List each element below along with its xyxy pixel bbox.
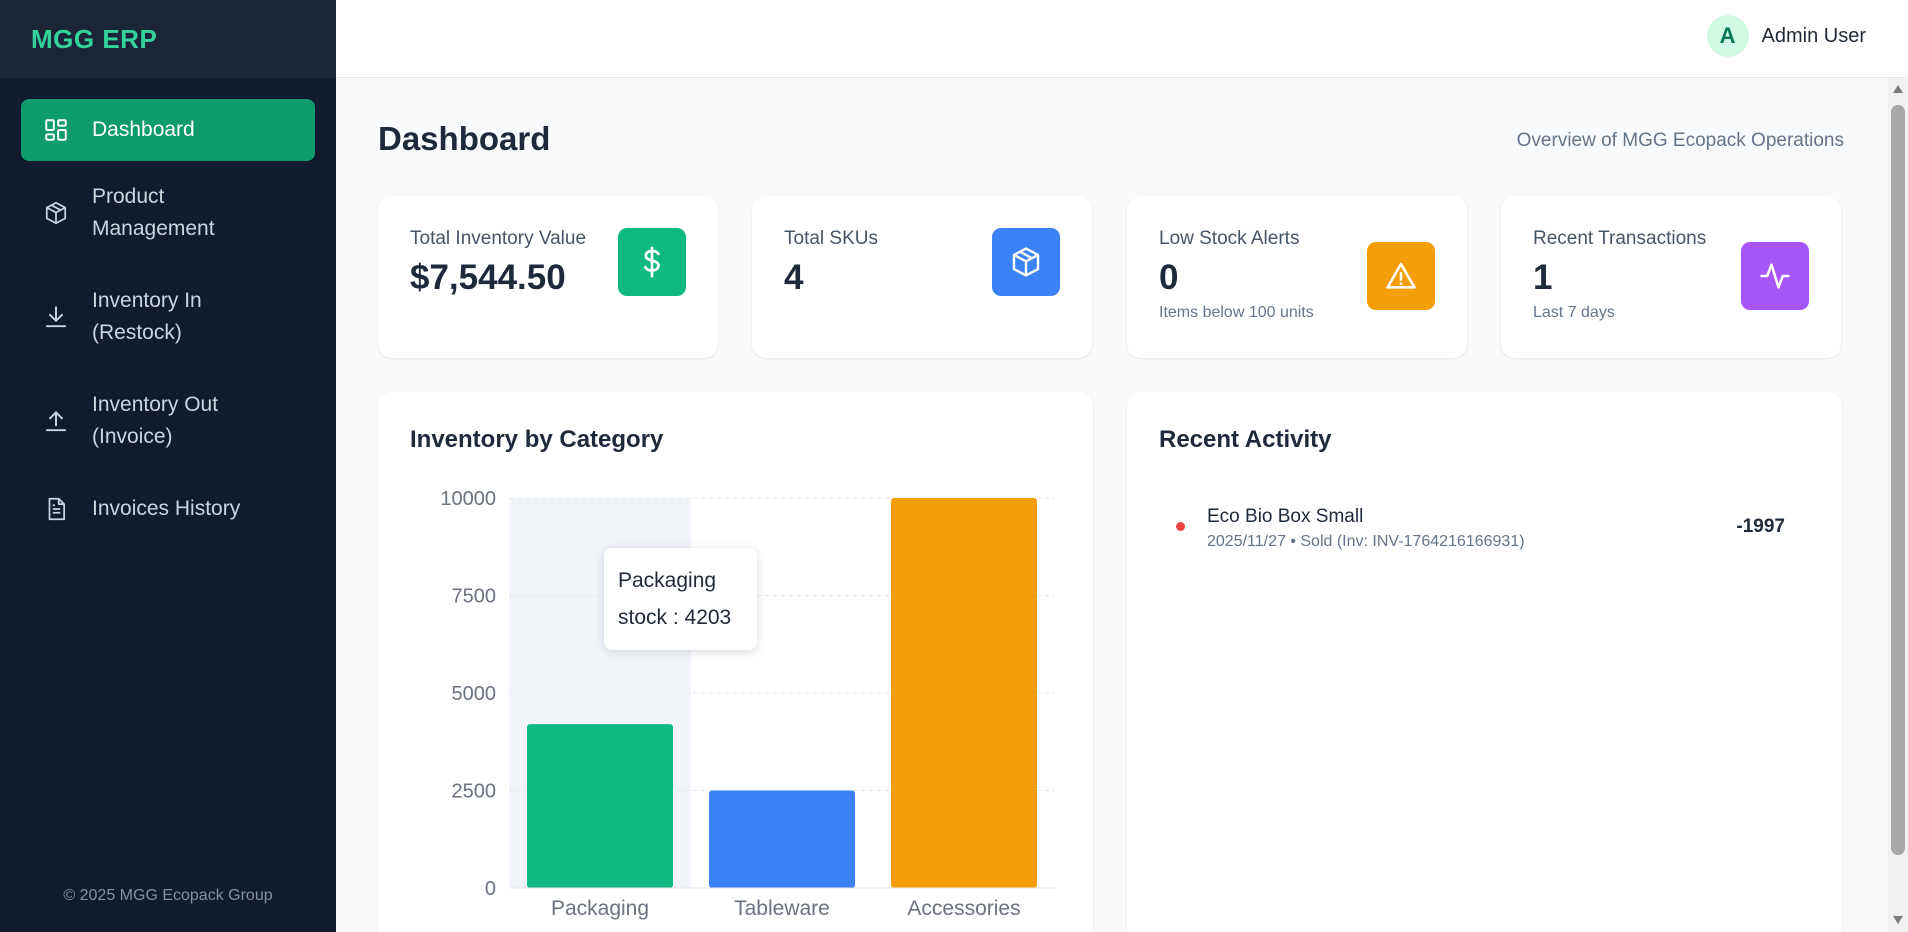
y-tick-label: 2500	[452, 781, 497, 803]
x-tick-label: Packaging	[551, 897, 649, 920]
activity-product-name: Eco Bio Box Small	[1207, 506, 1364, 527]
y-tick-label: 5000	[452, 683, 497, 705]
tooltip-value: stock : 4203	[618, 606, 732, 629]
chart-tooltip: Packaging stock : 4203	[604, 548, 757, 650]
activity-meta: 2025/11/27 • Sold (Inv: INV-176421616693…	[1207, 533, 1525, 550]
bar-accessories[interactable]	[891, 498, 1037, 888]
y-tick-label: 10000	[440, 488, 496, 510]
bar-tableware[interactable]	[709, 790, 855, 889]
recent-activity-card: Recent Activity Eco Bio Box Small 2025/1…	[1127, 392, 1842, 932]
status-dot-icon	[1176, 522, 1185, 531]
activity-item[interactable]: Eco Bio Box Small 2025/11/27 • Sold (Inv…	[1159, 506, 1799, 566]
x-tick-label: Accessories	[907, 897, 1020, 920]
y-tick-label: 7500	[452, 586, 497, 608]
activity-title: Recent Activity	[1159, 426, 1332, 453]
bar-packaging[interactable]	[527, 724, 673, 888]
activity-quantity: -1997	[1736, 516, 1785, 537]
x-tick-label: Tableware	[734, 897, 830, 920]
y-tick-label: 0	[485, 878, 496, 900]
tooltip-category: Packaging	[618, 569, 717, 592]
